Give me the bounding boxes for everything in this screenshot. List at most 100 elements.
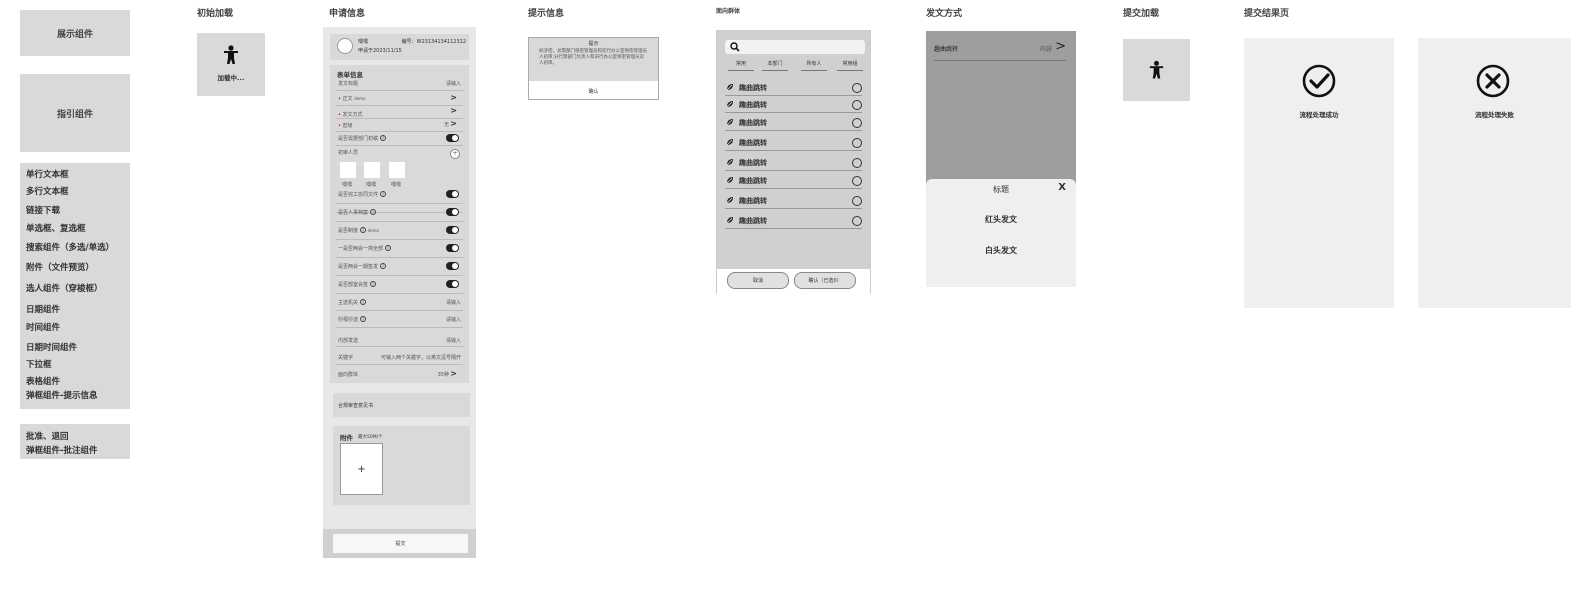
- personnel-field[interactable]: 是否人事档案?: [336, 206, 463, 222]
- audience-item[interactable]: 趣曲跳转: [725, 115, 862, 131]
- component-item[interactable]: 附件（文件预览）: [26, 261, 94, 273]
- toggle-switch[interactable]: [446, 244, 459, 252]
- check-circle-icon: [1302, 64, 1336, 98]
- field-label: 是否完工协同文件?: [338, 191, 387, 198]
- radio-button[interactable]: [852, 158, 862, 168]
- audience-tab[interactable]: 常用组: [837, 60, 863, 71]
- sheet-option[interactable]: 红头发文: [926, 214, 1076, 225]
- toggle-switch[interactable]: [446, 226, 459, 234]
- audience-item-label: 趣曲跳转: [739, 197, 767, 205]
- audience-item[interactable]: 趣曲跳转: [725, 97, 862, 113]
- chevron-right-icon: >: [450, 106, 457, 115]
- submit-button[interactable]: 提交: [333, 534, 468, 553]
- audience-item[interactable]: 趣曲跳转: [725, 155, 862, 171]
- two-meetings-field[interactable]: 是否两会一期签发?: [336, 260, 463, 276]
- component-item[interactable]: 多行文本框: [26, 185, 69, 197]
- leaf-icon: [726, 84, 733, 91]
- attachment-title: 附件: [340, 434, 353, 442]
- send-method-row[interactable]: 趣曲跳转 内容 >: [934, 39, 1066, 61]
- radio-button[interactable]: [852, 100, 862, 110]
- audience-item-label: 趣曲跳转: [739, 177, 767, 185]
- component-item[interactable]: 日期组件: [26, 303, 60, 315]
- main-send-field[interactable]: 主送机关? 请输入: [336, 296, 463, 311]
- action-list: 批准、退回 弹框组件-批注组件: [20, 424, 130, 459]
- tip-dialog: 提示 如涉密，总需部门保密管理员和您行办公室保密管理员人初审;分行需部门负责人和…: [528, 37, 659, 100]
- tip-dialog-text: 如涉密，总需部门保密管理员和您行办公室保密管理员人初审;分行需部门负责人和旧行办…: [539, 49, 647, 66]
- confirm-label: 确认: [588, 88, 599, 95]
- add-attachment-button[interactable]: +: [340, 443, 383, 495]
- field-placeholder: 可输入两个关键字，以英文逗号隔开: [380, 355, 461, 361]
- radio-button[interactable]: [852, 138, 862, 148]
- audience-item[interactable]: 趣曲跳转: [725, 193, 862, 209]
- component-item[interactable]: 下拉框: [26, 358, 52, 370]
- sheet-option[interactable]: 白头发文: [926, 245, 1076, 256]
- audience-search-input[interactable]: [725, 40, 865, 54]
- cc-field[interactable]: 抄报抄送? 请输入: [336, 313, 463, 328]
- audience-item-label: 趣曲跳转: [739, 217, 767, 225]
- field-label: 关键字: [338, 355, 354, 361]
- audience-cancel-button[interactable]: 取消: [727, 272, 789, 289]
- doc-title-field[interactable]: 发文标题 请输入: [336, 77, 463, 91]
- internal-send-field[interactable]: 内部发送 请输入: [336, 331, 463, 347]
- secret-field[interactable]: • 密级 无 >: [336, 118, 463, 132]
- audience-tab[interactable]: 常用: [728, 60, 754, 71]
- audience-item-label: 趣曲跳转: [739, 84, 767, 92]
- keyword-field[interactable]: 关键字 可输入两个关键字，以英文逗号隔开: [336, 349, 463, 365]
- action-item[interactable]: 批准、退回: [26, 430, 69, 442]
- component-item[interactable]: 单选框、复选框: [26, 222, 86, 234]
- toggle-switch[interactable]: [446, 208, 459, 216]
- toggle-switch[interactable]: [446, 280, 459, 288]
- need-dept-field[interactable]: 是否需要部门初稿?: [336, 132, 463, 146]
- audience-item[interactable]: 趣曲跳转: [725, 135, 862, 151]
- joint-field[interactable]: 一是否两会一简全部?: [336, 242, 463, 258]
- initial-loading-title: 初始加载: [197, 9, 234, 19]
- component-item[interactable]: 时间组件: [26, 321, 60, 333]
- send-method-section-title: 发文方式: [926, 9, 963, 19]
- audience-tab[interactable]: 本部门: [762, 60, 788, 71]
- radio-button[interactable]: [852, 176, 862, 186]
- internal-sign-field[interactable]: 是否部室会签?: [336, 278, 463, 294]
- component-item[interactable]: 链接下载: [26, 204, 60, 216]
- send-method-phone: 趣曲跳转 内容 > 标题 X 红头发文 白头发文: [926, 31, 1076, 287]
- add-reviewer-button[interactable]: +: [450, 149, 460, 159]
- audience-item[interactable]: 趣曲跳转: [725, 80, 862, 96]
- radio-button[interactable]: [852, 118, 862, 128]
- serial-number: 编号：W23134134112312: [401, 39, 466, 45]
- person-icon: [1149, 60, 1164, 79]
- application-title: 申请信息: [329, 9, 366, 19]
- audience-item[interactable]: 趣曲跳转: [725, 213, 862, 229]
- chevron-right-icon: >: [450, 119, 457, 128]
- tip-confirm-button[interactable]: 确认: [529, 82, 658, 100]
- component-item[interactable]: 选人组件（穿梭框）: [26, 282, 103, 294]
- audience-section-title: 面向群体: [716, 8, 741, 15]
- audience-confirm-button[interactable]: 确认（已选0）: [794, 272, 856, 289]
- component-item[interactable]: 日期时间组件: [26, 341, 77, 353]
- field-label: 主送机关?: [338, 299, 367, 306]
- radio-button[interactable]: [852, 83, 862, 93]
- toggle-switch[interactable]: [446, 134, 459, 142]
- system-field[interactable]: 是否制度? demo: [336, 224, 463, 240]
- method-field[interactable]: • 发文方式 >: [336, 105, 463, 119]
- component-item[interactable]: 搜索组件（多选/单选）: [26, 241, 114, 253]
- close-icon[interactable]: X: [1058, 182, 1066, 193]
- search-icon: [730, 42, 740, 52]
- component-item[interactable]: 表格组件: [26, 375, 60, 387]
- display-component-block[interactable]: 展示组件: [20, 10, 130, 56]
- review-note[interactable]: 合规审查意见书: [333, 393, 470, 417]
- radio-button[interactable]: [852, 196, 862, 206]
- toggle-switch[interactable]: [446, 190, 459, 198]
- component-item[interactable]: 弹框组件-提示信息: [26, 389, 98, 401]
- guide-component-block[interactable]: 指引组件: [20, 74, 130, 152]
- component-item[interactable]: 单行文本框: [26, 168, 69, 180]
- toggle-switch[interactable]: [446, 262, 459, 270]
- audience-phone: 常用 本部门 所有人 常用组 趣曲跳转 趣曲跳转 趣曲跳转 趣曲跳转 趣曲跳转 …: [716, 30, 871, 295]
- audience-tab[interactable]: 所有人: [801, 60, 827, 71]
- group-field[interactable]: 面向群体 35种 >: [336, 367, 463, 382]
- body-field[interactable]: • 正文 demo >: [336, 92, 463, 106]
- radio-button[interactable]: [852, 216, 862, 226]
- action-item[interactable]: 弹框组件-批注组件: [26, 444, 98, 456]
- apply-date: 申请于2023/11/15: [358, 48, 402, 54]
- audience-item[interactable]: 趣曲跳转: [725, 173, 862, 189]
- review-file-field[interactable]: 是否完工协同文件?: [336, 188, 463, 204]
- applicant-card: 嘿嘿 编号：W23134134112312 申请于2023/11/15: [330, 34, 469, 60]
